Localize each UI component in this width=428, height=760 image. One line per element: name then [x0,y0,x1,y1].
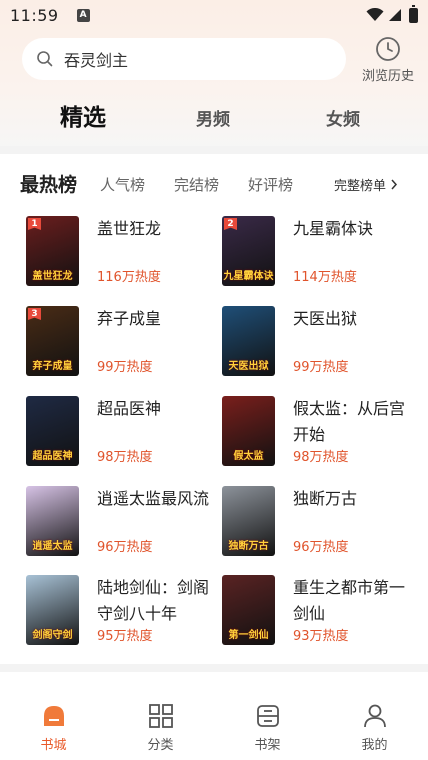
book-heat: 96万热度 [97,540,153,555]
rank-badge: 3 [28,308,41,320]
nav-category[interactable]: 分类 [121,702,201,753]
ranking-book-item[interactable]: 独断万古 独断万古 96万热度 [222,486,412,558]
ranking-book-item[interactable]: 天医出狱 天医出狱 99万热度 [222,306,412,378]
ranking-book-item[interactable]: 剑阁守剑 陆地剑仙：剑阁守剑八十年 95万热度 [26,575,216,647]
book-cover: 天医出狱 [222,306,275,376]
status-indicators [366,4,418,23]
book-title: 假太监：从后宫开始 [293,399,406,444]
search-query: 吞灵剑主 [64,51,129,70]
book-heat: 95万热度 [97,629,153,644]
ranking-book-item[interactable]: 假太监 假太监：从后宫开始 98万热度 [222,396,412,468]
status-time: 11:59 [10,5,59,25]
book-cover-title: 天医出狱 [228,361,269,372]
book-heat: 96万热度 [293,540,349,555]
ranking-book-item[interactable]: 第一剑仙 重生之都市第一剑仙 93万热度 [222,575,412,647]
clock-icon [376,37,400,61]
ranking-title: 最热榜 [20,174,78,196]
book-title: 逍遥太监最风流 [97,489,210,508]
rank-tab-popular[interactable]: 人气榜 [100,174,145,195]
tab-male[interactable]: 男频 [196,105,230,130]
ranking-book-item[interactable]: 超品医神 超品医神 98万热度 [26,396,216,468]
book-heat: 114万热度 [293,270,357,285]
book-cover: 超品医神 [26,396,79,466]
nav-profile-label: 我的 [361,737,388,753]
search-input[interactable]: 吞灵剑主 [22,38,346,80]
book-heat: 98万热度 [293,450,349,465]
book-cover: 剑阁守剑 [26,575,79,645]
ranking-book-item[interactable]: 2 九星霸体诀 九星霸体诀 114万热度 [222,216,412,288]
section-divider [0,146,428,154]
book-heat: 99万热度 [97,360,153,375]
bookshelf-icon [256,704,279,727]
sim-icon: A [76,8,90,22]
book-title: 盖世狂龙 [97,219,162,238]
book-cover-title: 假太监 [233,451,264,462]
book-heat: 116万热度 [97,270,161,285]
nav-category-label: 分类 [147,737,174,753]
section-divider-bottom [0,664,428,672]
category-grid-icon [148,703,173,728]
bottom-navigation: 书城 分类 书架 我的 [0,694,428,760]
book-cover-title: 逍遥太监 [32,541,73,552]
book-cover: 逍遥太监 [26,486,79,556]
book-cover: 假太监 [222,396,275,466]
book-cover: 第一剑仙 [222,575,275,645]
nav-profile[interactable]: 我的 [335,702,415,753]
book-heat: 98万热度 [97,450,153,465]
history-button[interactable]: 浏览历史 [356,36,420,86]
battery-icon [409,4,418,23]
nav-bookshelf-label: 书架 [254,737,281,753]
nav-bookstore-label: 书城 [40,737,67,753]
signal-icon [389,9,401,21]
ranking-book-item[interactable]: 1 盖世狂龙 盖世狂龙 116万热度 [26,216,216,288]
bookstore-icon [43,705,64,726]
ranking-book-item[interactable]: 3 弃子成皇 弃子成皇 99万热度 [26,306,216,378]
rank-tab-completed[interactable]: 完结榜 [174,174,219,195]
nav-bookshelf[interactable]: 书架 [228,702,308,753]
book-cover-title: 剑阁守剑 [32,630,73,641]
tab-featured[interactable]: 精选 [60,98,106,132]
channel-tabs: 精选 男频 女频 [0,98,428,138]
chevron-right-icon [391,179,398,190]
book-heat: 93万热度 [293,629,349,644]
ranking-header: 最热榜 人气榜 完结榜 好评榜 完整榜单 [0,168,428,200]
book-heat: 99万热度 [293,360,349,375]
book-cover-title: 盖世狂龙 [32,271,73,282]
book-cover-title: 弃子成皇 [32,361,73,372]
book-title: 独断万古 [293,489,358,508]
history-label: 浏览历史 [361,69,414,84]
book-title: 陆地剑仙：剑阁守剑八十年 [97,578,210,623]
book-title: 超品医神 [97,399,162,418]
book-cover-title: 第一剑仙 [228,630,269,641]
book-title: 重生之都市第一剑仙 [293,578,406,623]
book-title: 天医出狱 [293,309,358,328]
status-bar: 11:59 A [0,0,428,30]
ranking-book-item[interactable]: 逍遥太监 逍遥太监最风流 96万热度 [26,486,216,558]
search-icon [37,51,53,67]
full-ranking-link[interactable]: 完整榜单 [334,175,398,194]
book-cover: 独断万古 [222,486,275,556]
full-ranking-label: 完整榜单 [334,179,387,194]
book-title: 九星霸体诀 [293,219,374,238]
book-cover-title: 超品医神 [32,451,73,462]
book-cover: 1 盖世狂龙 [26,216,79,286]
book-cover-title: 九星霸体诀 [223,271,274,282]
book-cover: 3 弃子成皇 [26,306,79,376]
rank-badge: 1 [28,218,41,230]
wifi-icon [366,8,384,21]
profile-icon [363,704,386,727]
tab-female[interactable]: 女频 [326,105,360,130]
nav-bookstore[interactable]: 书城 [14,702,94,753]
rank-badge: 2 [224,218,237,230]
book-title: 弃子成皇 [97,309,162,328]
book-cover-title: 独断万古 [228,541,269,552]
book-cover: 2 九星霸体诀 [222,216,275,286]
rank-tab-rated[interactable]: 好评榜 [248,174,293,195]
